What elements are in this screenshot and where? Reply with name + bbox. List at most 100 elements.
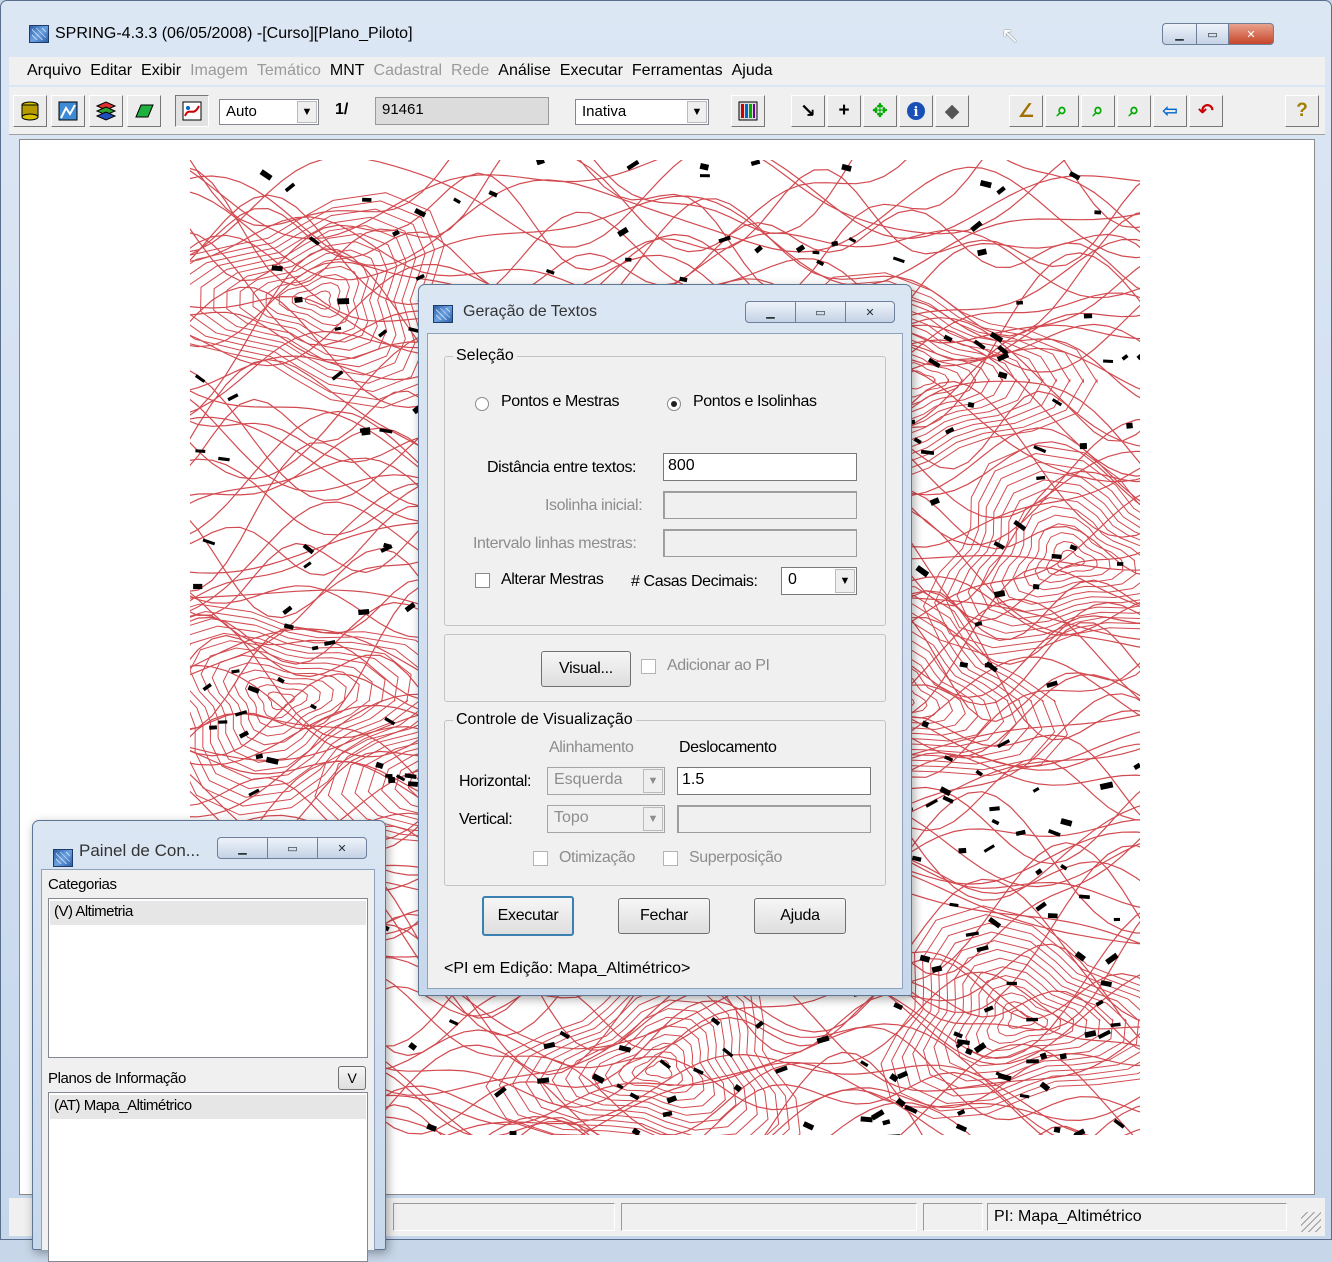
superposicao-checkbox[interactable] bbox=[663, 851, 678, 866]
crosshair-icon: + bbox=[838, 100, 850, 121]
spring-app-icon bbox=[29, 25, 49, 43]
distancia-label: Distância entre textos: bbox=[487, 459, 637, 476]
menu-tematico[interactable]: Temático bbox=[257, 62, 321, 80]
adicionar-pi-checkbox[interactable] bbox=[641, 659, 656, 674]
status-pi: PI: Mapa_Altimétrico bbox=[987, 1203, 1287, 1231]
cursor-button[interactable]: + bbox=[827, 95, 861, 127]
title-bar[interactable]: SPRING-4.3.3 (06/05/2008) -[Curso][Plano… bbox=[1, 1, 1331, 55]
chevron-down-icon: ▼ bbox=[687, 101, 707, 123]
dialog-minimize-button[interactable]: ▁ bbox=[745, 301, 795, 323]
planos-visible-button[interactable]: V bbox=[338, 1066, 366, 1090]
menu-ajuda[interactable]: Ajuda bbox=[732, 62, 773, 80]
horizontal-align-value: Esquerda bbox=[554, 771, 623, 788]
database-icon bbox=[21, 101, 39, 121]
layers-button[interactable] bbox=[89, 95, 123, 127]
radio-pontos-mestras[interactable] bbox=[475, 397, 489, 411]
dialog-maximize-button[interactable]: ▭ bbox=[795, 301, 845, 323]
vertical-align-dropdown: Topo ▼ bbox=[547, 805, 665, 833]
intervalo-label: Intervalo linhas mestras: bbox=[473, 535, 637, 552]
vertical-deslocamento-input bbox=[677, 805, 871, 833]
toolbar: Auto ▼ 1/ 91461 Inativa ▼ ↘ + ✥ i ◆ ∠ ⌕ … bbox=[9, 87, 1325, 135]
draw-button[interactable] bbox=[175, 95, 209, 127]
plane-icon bbox=[135, 104, 154, 118]
painel-close-button[interactable]: ✕ bbox=[317, 837, 367, 859]
cursor-mode-dropdown[interactable]: Inativa ▼ bbox=[575, 99, 709, 125]
menu-analise[interactable]: Análise bbox=[498, 62, 550, 80]
dialog-title: Geração de Textos bbox=[463, 303, 598, 320]
status-cell-3 bbox=[923, 1203, 983, 1231]
edit-line-button[interactable]: ∠ bbox=[1009, 95, 1043, 127]
menu-bar: Arquivo Editar Exibir Imagem Temático MNT Cada… bbox=[9, 57, 1325, 85]
painel-client: Categorias (V) Altimetria Planos de Info… bbox=[41, 869, 375, 1262]
painel-minimize-button[interactable]: ▁ bbox=[217, 837, 267, 859]
maximize-button[interactable]: ▭ bbox=[1196, 23, 1228, 45]
deslocamento-label: Deslocamento bbox=[679, 739, 777, 756]
scale-input[interactable]: 91461 bbox=[375, 97, 549, 125]
menu-arquivo[interactable]: Arquivo bbox=[27, 62, 81, 80]
casas-decimais-value: 0 bbox=[788, 571, 797, 588]
distancia-input[interactable]: 800 bbox=[663, 453, 857, 481]
svg-text:i: i bbox=[914, 105, 919, 120]
insert-button[interactable]: ↘ bbox=[791, 95, 825, 127]
help-icon: ? bbox=[1296, 100, 1308, 121]
close-button[interactable]: ✕ bbox=[1228, 23, 1274, 45]
menu-mnt[interactable]: MNT bbox=[330, 62, 365, 80]
chevron-down-icon: ▼ bbox=[643, 807, 663, 831]
painel-app-icon bbox=[53, 849, 73, 867]
alterar-mestras-checkbox[interactable] bbox=[475, 573, 490, 588]
horizontal-deslocamento-input[interactable]: 1.5 bbox=[677, 767, 871, 795]
info-button[interactable]: i bbox=[899, 95, 933, 127]
plane-button[interactable] bbox=[127, 95, 161, 127]
categoria-item-altimetria[interactable]: (V) Altimetria bbox=[50, 901, 366, 925]
painel-controle-window: Painel de Con... ▁ ▭ ✕ Categorias (V) Al… bbox=[32, 820, 386, 1262]
executar-button[interactable]: Executar bbox=[482, 896, 574, 936]
menu-executar[interactable]: Executar bbox=[560, 62, 623, 80]
select-button[interactable]: ◆ bbox=[935, 95, 969, 127]
minimize-icon: ▁ bbox=[766, 306, 775, 319]
categorias-list[interactable]: (V) Altimetria bbox=[48, 898, 368, 1058]
horizontal-label: Horizontal: bbox=[459, 773, 532, 790]
dialog-app-icon bbox=[433, 305, 453, 323]
zoom-out-button[interactable]: ⌕ bbox=[1081, 95, 1115, 127]
restore-button[interactable]: ↶ bbox=[1189, 95, 1223, 127]
casas-decimais-label: # Casas Decimais: bbox=[631, 573, 758, 590]
status-cell-2 bbox=[621, 1203, 917, 1231]
zoom-in-button[interactable]: ⌕ bbox=[1045, 95, 1079, 127]
otimizacao-checkbox[interactable] bbox=[533, 851, 548, 866]
menu-cadastral[interactable]: Cadastral bbox=[374, 62, 442, 80]
painel-maximize-button[interactable]: ▭ bbox=[267, 837, 317, 859]
database-button[interactable] bbox=[13, 95, 47, 127]
scale-mode-value: Auto bbox=[226, 103, 257, 120]
fechar-button[interactable]: Fechar bbox=[618, 898, 710, 934]
pan-button[interactable]: ✥ bbox=[863, 95, 897, 127]
radio-pontos-isolinhas[interactable] bbox=[667, 397, 681, 411]
previous-view-button[interactable]: ⇦ bbox=[1153, 95, 1187, 127]
superposicao-label: Superposição bbox=[689, 849, 783, 866]
insert-icon: ↘ bbox=[800, 100, 816, 122]
plano-item-mapa-altimetrico[interactable]: (AT) Mapa_Altimétrico bbox=[50, 1095, 366, 1119]
minimize-icon: ▁ bbox=[238, 842, 247, 855]
scale-mode-dropdown[interactable]: Auto ▼ bbox=[219, 99, 319, 125]
zoom-area-button[interactable]: ⌕ bbox=[1117, 95, 1151, 127]
dialog-close-button[interactable]: ✕ bbox=[845, 301, 895, 323]
project-button[interactable] bbox=[51, 95, 85, 127]
alterar-mestras-label: Alterar Mestras bbox=[501, 571, 604, 588]
menu-editar[interactable]: Editar bbox=[90, 62, 132, 80]
palette-button[interactable] bbox=[731, 95, 765, 127]
planos-list[interactable]: (AT) Mapa_Altimétrico bbox=[48, 1092, 368, 1262]
menu-ferramentas[interactable]: Ferramentas bbox=[632, 62, 723, 80]
ajuda-button[interactable]: Ajuda bbox=[754, 898, 846, 934]
layers-icon bbox=[95, 101, 117, 121]
minimize-button[interactable]: ▁ bbox=[1162, 23, 1196, 45]
resize-grip[interactable] bbox=[1301, 1212, 1321, 1232]
zoom-in-icon: ⌕ bbox=[1056, 100, 1068, 121]
casas-decimais-dropdown[interactable]: 0 ▼ bbox=[781, 567, 857, 595]
visual-button[interactable]: Visual... bbox=[541, 651, 631, 687]
vertical-align-value: Topo bbox=[554, 809, 589, 826]
menu-rede[interactable]: Rede bbox=[451, 62, 489, 80]
undo-icon: ↶ bbox=[1198, 100, 1214, 122]
help-button[interactable]: ? bbox=[1285, 95, 1319, 127]
menu-exibir[interactable]: Exibir bbox=[141, 62, 181, 80]
controle-visualizacao-group: Controle de Visualização Alinhamento Des… bbox=[444, 711, 886, 886]
menu-imagem[interactable]: Imagem bbox=[190, 62, 248, 80]
